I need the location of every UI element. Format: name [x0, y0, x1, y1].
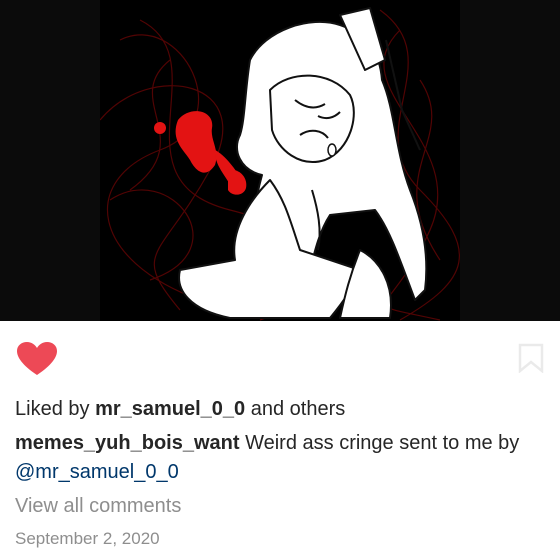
artwork-illustration	[0, 0, 560, 321]
caption-text: Weird ass cringe sent to me by	[239, 432, 520, 454]
bookmark-icon	[518, 343, 544, 374]
save-button[interactable]	[518, 343, 544, 374]
post-image[interactable]	[0, 0, 560, 321]
post-caption: memes_yuh_bois_want Weird ass cringe sen…	[15, 429, 545, 487]
likes-summary: Liked by mr_samuel_0_0 and others	[15, 397, 345, 421]
heart-icon	[17, 342, 57, 375]
liked-by-user-link[interactable]: mr_samuel_0_0	[95, 398, 245, 420]
post-actions	[0, 321, 560, 391]
like-button[interactable]	[16, 341, 58, 377]
likes-prefix: Liked by	[15, 398, 96, 420]
post-date: September 2, 2020	[15, 529, 160, 548]
caption-author-link[interactable]: memes_yuh_bois_want	[15, 432, 240, 454]
view-all-comments-link[interactable]: View all comments	[15, 494, 181, 518]
likes-suffix: and others	[245, 398, 346, 420]
caption-mention-link[interactable]: @mr_samuel_0_0	[15, 461, 179, 483]
